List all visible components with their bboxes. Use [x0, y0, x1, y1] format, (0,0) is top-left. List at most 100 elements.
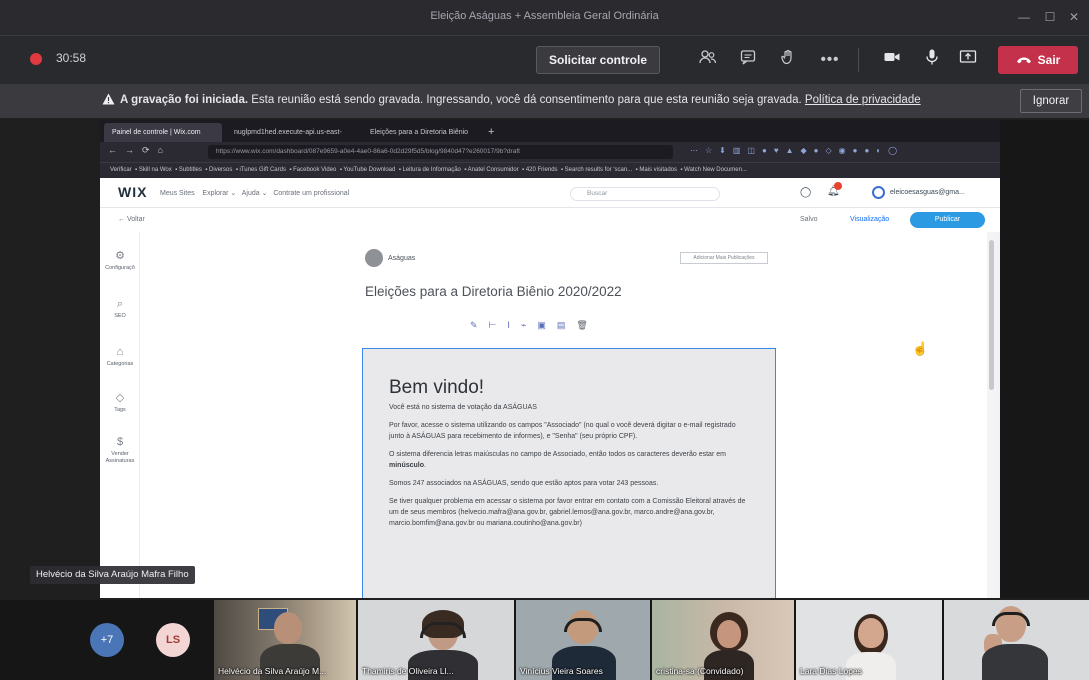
- publish-button[interactable]: Publicar: [910, 212, 985, 228]
- bookmark-item[interactable]: Watch New Documen...: [684, 167, 747, 173]
- wix-nav: Meus Sites Explorar ⌄ Ajuda ⌄ Contrate u…: [160, 190, 350, 197]
- preview-link[interactable]: Visualização: [850, 216, 889, 223]
- leave-meeting-button[interactable]: Sair: [998, 46, 1078, 74]
- ignore-button[interactable]: Ignorar: [1020, 89, 1082, 113]
- bookmark-item[interactable]: 420 Friends: [526, 167, 558, 173]
- participant-name: Lara Dias Lopes: [800, 666, 862, 676]
- bookmark-item[interactable]: Skill na Wox: [139, 167, 172, 173]
- format-toolbar: ✎⊢I⌁▣▤🗑︎: [470, 320, 599, 331]
- request-control-button[interactable]: Solicitar controle: [536, 46, 660, 74]
- recording-indicator-icon: [30, 53, 42, 65]
- bookmark-item[interactable]: Anatel Consumidor: [468, 167, 519, 173]
- bookmark-item[interactable]: Mais visitados: [639, 167, 677, 173]
- participant-face: [858, 618, 884, 648]
- chat-bubble-icon[interactable]: ◯: [800, 187, 811, 198]
- participant-video-tile[interactable]: Thamiris de Oliveira Ll...: [358, 600, 514, 680]
- post-content-block[interactable]: Bem vindo! Você está no sistema de votaç…: [362, 348, 776, 598]
- bookmark-item[interactable]: Diversos: [209, 167, 232, 173]
- participant-video-tile[interactable]: cristina-sa (Convidado): [652, 600, 794, 680]
- stage-background: [1000, 120, 1089, 598]
- add-more-posts-button[interactable]: Adicionar Mais Publicações: [680, 252, 768, 264]
- bookmark-item[interactable]: iTunes Gift Cards: [240, 167, 286, 173]
- raise-hand-icon[interactable]: [776, 48, 800, 72]
- wix-user-account[interactable]: eleicoesasguas@gma...: [890, 189, 965, 196]
- recording-headline: A gravação foi iniciada.: [120, 94, 249, 106]
- post-paragraph: Somos 247 associados na ASÁGUAS, sendo q…: [389, 480, 659, 487]
- scroll-thumb[interactable]: [989, 240, 994, 390]
- browser-tab[interactable]: Eleições para a Diretoria Biênio: [362, 123, 484, 142]
- window-title-bar: Eleição Aságuas + Assembleia Geral Ordin…: [0, 0, 1089, 36]
- back-link[interactable]: ← Voltar: [118, 216, 145, 223]
- wix-nav-item[interactable]: Contrate um profissional: [273, 190, 349, 197]
- post-title[interactable]: Eleições para a Diretoria Biênio 2020/20…: [365, 284, 622, 299]
- layout-icon[interactable]: ▤: [557, 320, 577, 330]
- post-editor: Aságuas Adicionar Mais Publicações Eleiç…: [140, 232, 990, 598]
- sidebar-item-label: Vender Assinaturas: [105, 451, 135, 464]
- participant-video-tile[interactable]: Helvécio da Silva Araújo M...: [214, 600, 356, 680]
- text-size-icon[interactable]: I: [507, 320, 521, 330]
- address-bar[interactable]: https://www.wix.com/dashboard/087e9659-a…: [208, 145, 673, 159]
- bookmark-item[interactable]: Leitura de Informação: [403, 167, 461, 173]
- image-position-icon[interactable]: ▣: [537, 320, 557, 330]
- search-icon: ⌕: [116, 298, 124, 310]
- maximize-button[interactable]: ☐: [1038, 8, 1062, 26]
- wix-logo[interactable]: WIX: [118, 184, 147, 200]
- sidebar-item-settings[interactable]: ⚙ Configuraçõ: [100, 250, 140, 272]
- sidebar-item-label: Categorias: [106, 361, 134, 367]
- link-icon[interactable]: ⌁: [521, 320, 537, 330]
- participant-head: [274, 612, 302, 644]
- participant-video-tile[interactable]: [944, 600, 1089, 680]
- notification-badge: [834, 182, 842, 190]
- wix-header: WIX Meus Sites Explorar ⌄ Ajuda ⌄ Contra…: [100, 178, 1000, 208]
- sidebar-item-subscriptions[interactable]: $ Vender Assinaturas: [100, 436, 140, 465]
- sidebar-item-tags[interactable]: ◇ Tags: [100, 392, 140, 414]
- leave-label: Sair: [1037, 53, 1061, 67]
- bookmark-item[interactable]: YouTube Download: [343, 167, 395, 173]
- privacy-policy-link[interactable]: Política de privacidade: [805, 94, 921, 106]
- participant-name: cristina-sa (Convidado): [656, 666, 744, 676]
- microphone-icon[interactable]: [920, 48, 944, 72]
- bookmark-item[interactable]: Subtitles: [179, 167, 202, 173]
- text-tool-icon[interactable]: ✎: [470, 320, 489, 330]
- participant-body: [982, 644, 1048, 680]
- align-icon[interactable]: ⊢: [489, 320, 508, 330]
- new-tab-button[interactable]: +: [480, 123, 500, 142]
- participant-video-tile[interactable]: Lara Dias Lopes: [796, 600, 942, 680]
- sidebar-item-categories[interactable]: ⌂ Categorias: [100, 346, 140, 368]
- shared-screen: Painel de controle | Wix.com nuglpmd1hed…: [100, 120, 1000, 598]
- participant-avatar-initials[interactable]: LS: [156, 623, 190, 657]
- browser-extension-icons[interactable]: ⋯☆⬇▥◫●♥▲◆●◇◉●●◐◯: [690, 146, 904, 155]
- note-text: O sistema diferencia letras maiúsculas n…: [389, 451, 726, 458]
- headset-icon: [992, 612, 1030, 626]
- welcome-heading: Bem vindo!: [389, 377, 485, 398]
- more-participants-button[interactable]: +7: [90, 623, 124, 657]
- more-actions-icon[interactable]: •••: [818, 48, 842, 72]
- minimize-button[interactable]: —: [1012, 8, 1036, 26]
- browser-nav-icons[interactable]: ←→⟳⌂: [108, 145, 171, 156]
- chat-icon[interactable]: [736, 48, 760, 72]
- wix-nav-item[interactable]: Explorar: [202, 190, 228, 197]
- wix-nav-item[interactable]: Meus Sites: [160, 190, 195, 197]
- browser-tab-strip: Painel de controle | Wix.com nuglpmd1hed…: [100, 120, 1000, 142]
- settings-icon: ⚙: [115, 250, 125, 262]
- browser-tab[interactable]: nuglpmd1hed.execute-api.us-east-: [226, 123, 348, 142]
- participants-icon[interactable]: [696, 48, 720, 72]
- wix-search-input[interactable]: Buscar: [570, 187, 720, 201]
- headset-icon: [564, 618, 602, 632]
- sidebar-item-label: SEO: [114, 313, 126, 319]
- participant-name: Helvécio da Silva Araújo M...: [218, 666, 327, 676]
- close-window-button[interactable]: ✕: [1062, 8, 1086, 26]
- sidebar-item-seo[interactable]: ⌕ SEO: [100, 298, 140, 320]
- editor-scrollbar[interactable]: [987, 232, 996, 598]
- user-avatar-icon[interactable]: [872, 186, 885, 199]
- note-bold: minúsculo: [389, 462, 425, 469]
- bookmark-item[interactable]: Verificar: [110, 167, 132, 173]
- browser-tab[interactable]: Painel de controle | Wix.com: [104, 123, 222, 142]
- camera-icon[interactable]: [880, 48, 904, 72]
- delete-icon[interactable]: 🗑︎: [576, 320, 598, 330]
- bookmark-item[interactable]: Facebook Video: [293, 167, 336, 173]
- wix-nav-item[interactable]: Ajuda: [242, 190, 260, 197]
- participant-video-tile[interactable]: Vinícius Vieira Soares: [516, 600, 650, 680]
- share-screen-icon[interactable]: [956, 48, 980, 72]
- bookmark-item[interactable]: Search results for 'scan...: [565, 167, 633, 173]
